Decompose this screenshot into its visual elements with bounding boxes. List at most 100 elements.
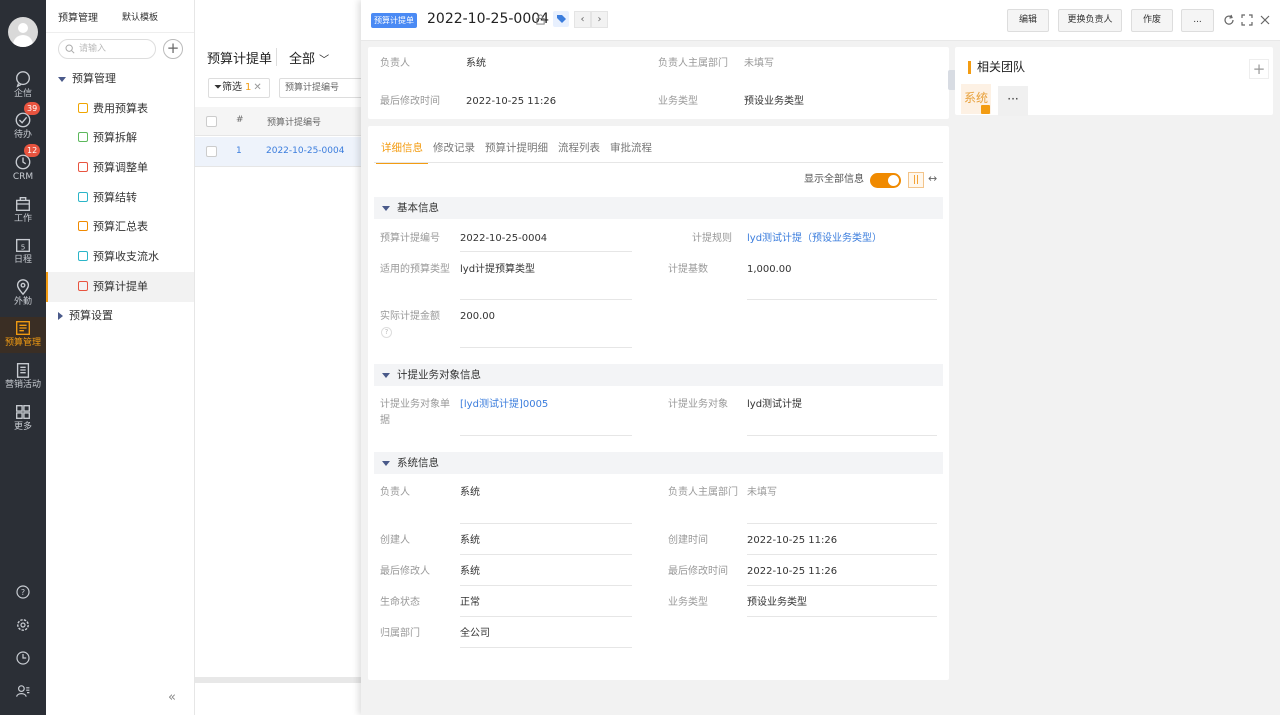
tree-tab-template[interactable]: 默认模板 [122, 10, 158, 23]
section-object-info[interactable]: 计提业务对象信息 [374, 364, 943, 386]
filter-icon: ⏷ [214, 82, 222, 93]
edit-button[interactable]: 编辑 [1007, 9, 1049, 32]
section-basic-info[interactable]: 基本信息 [374, 197, 943, 219]
refresh-icon[interactable] [1223, 14, 1235, 26]
owner-label: 负责人 [380, 58, 410, 69]
stretch-icon[interactable]: ↔ [928, 172, 937, 185]
tree-item-expense-budget[interactable]: 费用预算表 [46, 94, 194, 124]
help-icon[interactable]: ? [381, 327, 392, 338]
row-code-link[interactable]: 2022-10-25-0004 [266, 146, 344, 156]
type-value: lyd计提预算类型 [460, 264, 536, 275]
more-actions-button[interactable]: ... [1181, 9, 1214, 32]
history-icon [16, 651, 30, 665]
close-icon[interactable] [1259, 14, 1271, 26]
tree-item-budget-summary[interactable]: 预算汇总表 [46, 212, 194, 242]
tree-item-label: 预算汇总表 [93, 220, 148, 233]
modifier-value: 系统 [460, 566, 480, 577]
rail-label: CRM [12, 172, 34, 182]
detail-topbar: 预算计提单 2022-10-25-0004 ‹ › 编辑 更换负责人 作废 ..… [361, 0, 1280, 41]
show-all-toggle[interactable] [870, 173, 901, 188]
help-icon: ? [16, 585, 30, 599]
team-member-avatar[interactable]: 系统 [961, 84, 991, 114]
void-button[interactable]: 作废 [1131, 9, 1173, 32]
obj-label: 计提业务对象 [668, 399, 728, 410]
filter-button[interactable]: ⏷筛选 1 ✕ [208, 78, 270, 98]
sys-modified-value: 2022-10-25 11:26 [747, 566, 838, 577]
tree-item-budget-flow[interactable]: 预算收支流水 [46, 242, 194, 272]
doc-link[interactable]: [lyd测试计提]0005 [460, 397, 548, 413]
rule-link[interactable]: lyd测试计提（预设业务类型） [747, 231, 882, 247]
tree-item-label: 预算收支流水 [93, 250, 159, 263]
contacts-button[interactable] [0, 679, 46, 703]
status-value: 正常 [460, 597, 480, 608]
table-row[interactable]: 1 2022-10-25-0004 [195, 137, 361, 167]
history-button[interactable] [0, 646, 46, 670]
rail-label: 日程 [13, 255, 32, 265]
org-value: 全公司 [460, 628, 490, 639]
rail-item-todo[interactable]: 待办 39 [0, 102, 46, 149]
collapse-panel-button[interactable]: « [168, 690, 176, 705]
tree-item-budget-provision[interactable]: 预算计提单 [46, 272, 194, 302]
marketing-icon [16, 363, 30, 378]
rail-item-marketing[interactable]: 营销活动 [0, 359, 46, 399]
modified-label: 最后修改时间 [380, 96, 440, 107]
select-all-checkbox[interactable] [206, 116, 217, 127]
tab-history[interactable]: 修改记录 [428, 138, 480, 164]
rail-item-qixin[interactable]: 企信 [0, 68, 46, 108]
section-title: 计提业务对象信息 [397, 369, 481, 381]
help-button[interactable]: ? [0, 580, 46, 604]
prev-record-button[interactable]: ‹ [574, 11, 591, 28]
location-icon [16, 279, 30, 296]
creator-value: 系统 [460, 535, 480, 546]
team-more-button[interactable]: ··· [998, 86, 1028, 116]
tree-item-label: 费用预算表 [93, 102, 148, 115]
rail-item-more[interactable]: 更多 [0, 401, 46, 441]
rail-item-schedule[interactable]: 5 日程 [0, 234, 46, 274]
change-owner-button[interactable]: 更换负责人 [1058, 9, 1122, 32]
rail-item-budget[interactable]: 预算管理 [0, 317, 46, 353]
field-underline [460, 347, 632, 348]
tree-group-settings[interactable]: 预算设置 [58, 306, 113, 326]
expand-icon[interactable] [1241, 14, 1253, 26]
field-underline [460, 616, 632, 617]
actual-label: 实际计提金额 [380, 311, 440, 322]
obj-value: lyd测试计提 [747, 399, 803, 410]
divider [276, 48, 277, 66]
tree-search-input[interactable]: 请输入 [58, 39, 156, 59]
tab-process-list[interactable]: 流程列表 [553, 138, 605, 164]
next-record-button[interactable]: › [591, 11, 608, 28]
creator-label: 创建人 [380, 535, 410, 546]
clear-filter-icon[interactable]: ✕ [253, 82, 261, 93]
field-select[interactable]: 预算计提编号 [279, 78, 364, 98]
rail-label: 营销活动 [4, 380, 41, 390]
tree-item-budget-split[interactable]: 预算拆解 [46, 123, 194, 153]
split-icon [78, 132, 88, 142]
rail-item-crm[interactable]: CRM 12 [0, 144, 46, 191]
tab-details[interactable]: 详细信息 [376, 138, 428, 164]
biztype-value: 预设业务类型 [744, 96, 804, 107]
tree-group-budget[interactable]: 预算管理 [58, 69, 116, 89]
rail-item-field[interactable]: 外勤 [0, 276, 46, 316]
row-checkbox[interactable] [206, 146, 217, 157]
section-system-info[interactable]: 系统信息 [374, 452, 943, 474]
tree-tab-budget[interactable]: 预算管理 [58, 9, 98, 24]
tag-icon[interactable] [553, 11, 569, 27]
tree-item-budget-adjust[interactable]: 预算调整单 [46, 153, 194, 183]
horizontal-scrollbar[interactable] [195, 677, 361, 683]
scope-dropdown[interactable]: 全部 ﹀ [289, 48, 329, 67]
budget-icon [16, 321, 30, 335]
tab-provision-items[interactable]: 预算计提明细 [480, 138, 553, 164]
tree-item-budget-carryover[interactable]: 预算结转 [46, 183, 194, 213]
caret-down-icon [382, 460, 390, 466]
tab-approval-flow[interactable]: 审批流程 [605, 138, 657, 164]
caret-down-icon [58, 76, 66, 82]
lock-icon[interactable] [535, 14, 546, 25]
tree-add-button[interactable]: + [163, 39, 183, 59]
crm-badge: 12 [24, 144, 41, 157]
avatar[interactable] [8, 17, 38, 47]
rail-item-work[interactable]: 工作 [0, 193, 46, 233]
column-layout-icon[interactable]: || [908, 172, 924, 188]
detail-panel: 预算计提单 2022-10-25-0004 ‹ › 编辑 更换负责人 作废 ..… [361, 0, 1280, 715]
settings-button[interactable] [0, 613, 46, 637]
add-team-member-button[interactable]: + [1249, 59, 1269, 79]
